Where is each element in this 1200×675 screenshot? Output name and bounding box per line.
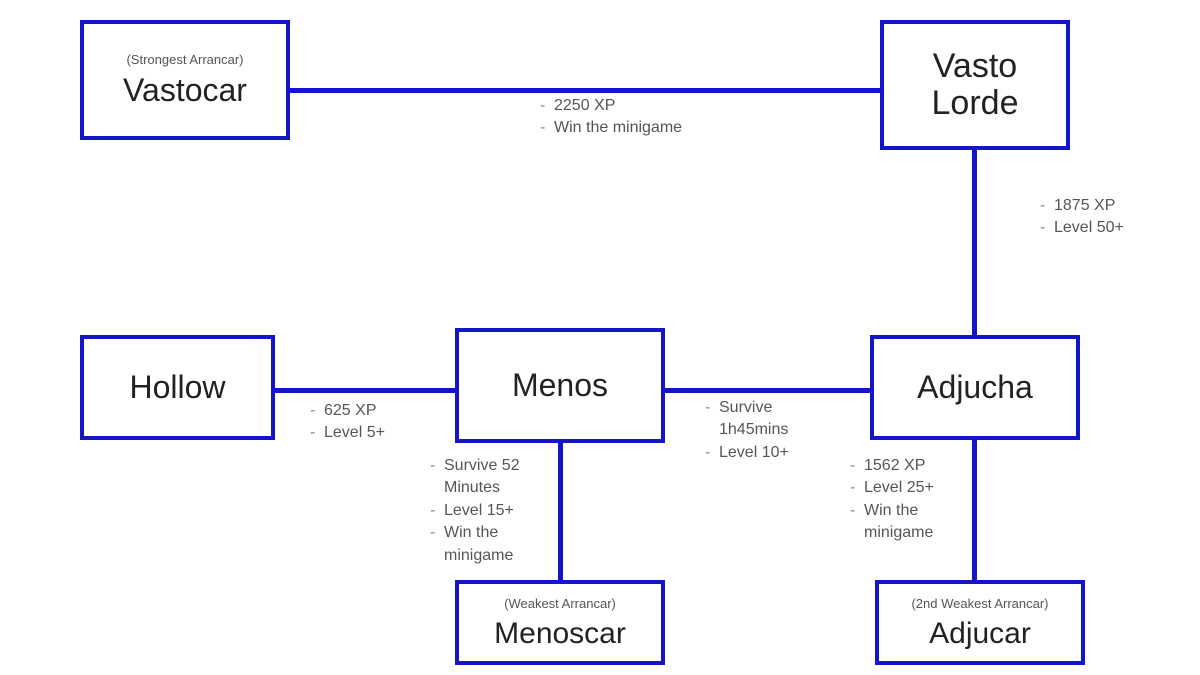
node-vastolorde: Vasto Lorde	[880, 20, 1070, 150]
req-adjucha-adjucar: 1562 XP Level 25+ Win the minigame	[850, 455, 990, 545]
node-title: Adjucha	[917, 370, 1033, 405]
node-vastocar: (Strongest Arrancar) Vastocar	[80, 20, 290, 140]
node-menoscar: (Weakest Arrancar) Menoscar	[455, 580, 665, 665]
req-vastocar-vastolorde: 2250 XP Win the minigame	[540, 95, 682, 140]
node-adjucha: Adjucha	[870, 335, 1080, 440]
req-vastolorde-adjucha: 1875 XP Level 50+	[1040, 195, 1124, 240]
edge-hollow-menos	[270, 388, 460, 393]
node-title: Menos	[512, 368, 608, 403]
node-title: Vasto Lorde	[892, 48, 1058, 123]
node-title: Menoscar	[494, 617, 626, 650]
node-title: Hollow	[129, 370, 225, 405]
node-hollow: Hollow	[80, 335, 275, 440]
node-menos: Menos	[455, 328, 665, 443]
node-title: Adjucar	[929, 617, 1031, 650]
req-menos-menoscar: Survive 52 Minutes Level 15+ Win the min…	[430, 455, 570, 567]
req-menos-adjucha: Survive 1h45mins Level 10+	[705, 397, 845, 464]
req-hollow-menos: 625 XP Level 5+	[310, 400, 385, 445]
node-subtitle: (Strongest Arrancar)	[126, 52, 243, 67]
edge-vastolorde-adjucha	[972, 150, 977, 340]
node-adjucar: (2nd Weakest Arrancar) Adjucar	[875, 580, 1085, 665]
node-subtitle: (Weakest Arrancar)	[504, 596, 616, 611]
node-title: Vastocar	[123, 73, 247, 108]
edge-menos-adjucha	[660, 388, 880, 393]
node-subtitle: (2nd Weakest Arrancar)	[911, 596, 1048, 611]
edge-vastocar-vastolorde	[280, 88, 880, 93]
